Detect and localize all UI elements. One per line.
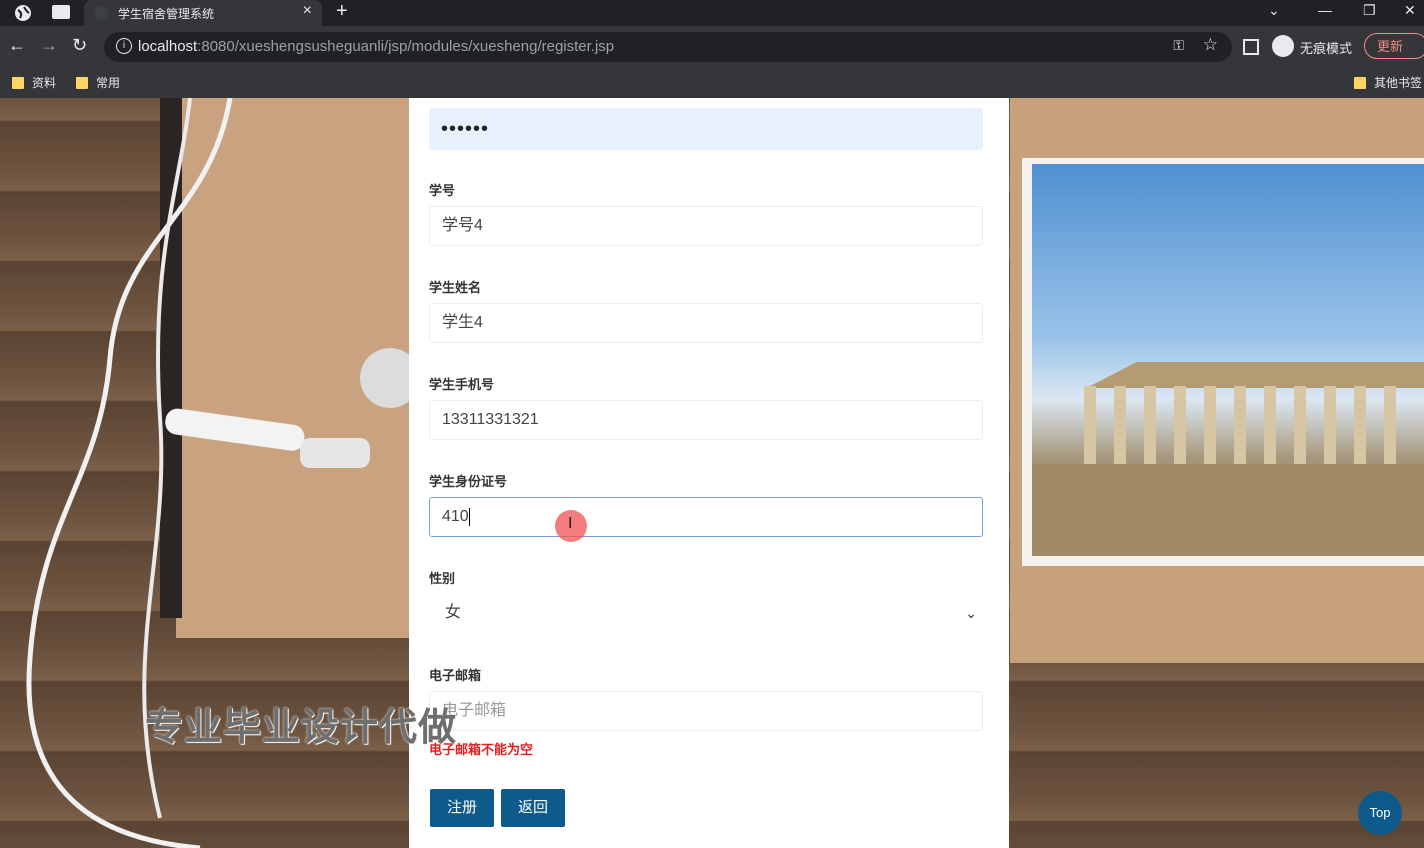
incognito-icon — [1272, 35, 1294, 57]
text-cursor-icon: I — [568, 515, 573, 532]
star-icon[interactable]: ☆ — [1203, 35, 1218, 55]
close-tab-icon[interactable]: × — [303, 2, 312, 20]
address-bar[interactable]: i localhost:8080/xueshengsusheguanli/jsp… — [104, 32, 1232, 62]
email-label: 电子邮箱 — [429, 668, 482, 683]
incognito-label: 无痕模式 — [1300, 41, 1353, 56]
tab-title: 学生宿舍管理系统 — [118, 7, 215, 21]
student-phone-input[interactable]: 13311331321 — [429, 400, 983, 440]
student-id-input[interactable]: 学号4 — [429, 206, 983, 246]
side-panel-icon[interactable] — [1243, 39, 1259, 55]
student-name-label: 学生姓名 — [429, 280, 482, 295]
student-id-label: 学号 — [429, 183, 456, 198]
chevron-down-icon[interactable]: ⌄ — [1268, 2, 1280, 19]
password-confirm-field[interactable]: •••••• — [429, 108, 983, 150]
register-form: •••••• 学号 学号4 学生姓名 学生4 学生手机号 13311331321… — [409, 98, 1009, 848]
bookmark-folder[interactable]: 资料 — [12, 74, 56, 91]
update-button[interactable]: 更新 — [1364, 33, 1424, 59]
url-text: localhost:8080/xueshengsusheguanli/jsp/m… — [138, 38, 615, 55]
page-background: •••••• 学号 学号4 学生姓名 学生4 学生手机号 13311331321… — [0, 98, 1424, 848]
back-button[interactable]: 返回 — [501, 789, 565, 827]
key-icon[interactable]: ⚿ — [1173, 37, 1184, 54]
student-idcard-input[interactable]: 410 — [429, 497, 983, 537]
folder-icon — [12, 76, 24, 89]
background-photo — [1022, 158, 1424, 566]
forward-icon[interactable]: → — [40, 35, 58, 56]
folder-icon — [1354, 76, 1366, 89]
info-icon[interactable]: i — [116, 38, 132, 54]
student-name-input[interactable]: 学生4 — [429, 303, 983, 343]
favicon-icon — [94, 6, 108, 20]
gender-label: 性别 — [429, 571, 456, 586]
browser-tab[interactable]: 学生宿舍管理系统 × — [84, 0, 322, 26]
gender-select[interactable]: 女 ⌄ — [429, 594, 983, 634]
bookmark-folder[interactable]: 常用 — [76, 74, 120, 91]
reload-icon[interactable]: ↻ — [72, 35, 87, 56]
folder-icon — [76, 76, 88, 89]
register-button[interactable]: 注册 — [430, 789, 494, 827]
tab-overview-icon[interactable] — [52, 5, 70, 19]
watermark-text: 专业毕业设计代做 — [145, 707, 458, 749]
browser-toolbar: ← → ↻ i localhost:8080/xueshengsusheguan… — [0, 26, 1424, 68]
student-phone-label: 学生手机号 — [429, 377, 495, 392]
back-icon[interactable]: ← — [8, 35, 26, 56]
email-input[interactable]: 电子邮箱 — [429, 691, 983, 731]
new-tab-icon[interactable]: + — [336, 0, 348, 23]
minimize-icon[interactable]: — — [1318, 2, 1332, 18]
browser-tab-bar: 学生宿舍管理系统 × + ⌄ — ❐ ✕ — [0, 0, 1424, 26]
back-to-top-button[interactable]: Top — [1358, 791, 1402, 835]
student-idcard-label: 学生身份证号 — [429, 474, 508, 489]
chevron-down-icon: ⌄ — [965, 605, 977, 621]
close-window-icon[interactable]: ✕ — [1404, 2, 1416, 19]
restore-icon[interactable]: ❐ — [1363, 2, 1376, 19]
bookmarks-bar: 资料 常用 其他书签 — [0, 68, 1424, 98]
globe-icon[interactable] — [14, 4, 32, 22]
other-bookmarks[interactable]: 其他书签 — [1354, 74, 1422, 91]
